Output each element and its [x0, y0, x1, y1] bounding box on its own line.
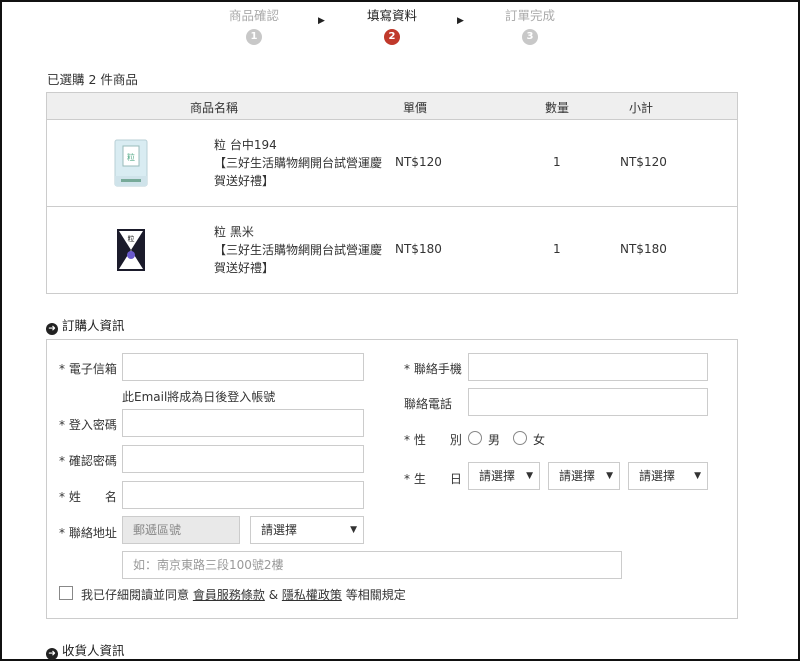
gender-male-radio[interactable]: [468, 431, 482, 445]
table-row: 粒 粒 台中194 【三好生活購物網開台試營運慶 賀送好禮】 NT$120 1 …: [47, 120, 737, 207]
product-qty: 1: [553, 155, 561, 169]
agree-checkbox[interactable]: [59, 586, 73, 600]
birth-month-select[interactable]: 請選擇 ▼: [548, 462, 620, 490]
agree-prefix: 我已仔細閱讀並同意: [81, 588, 190, 602]
step-arrow-icon: ▶: [318, 16, 325, 26]
gender-label: * 性 別: [404, 433, 462, 447]
svg-text:粒: 粒: [127, 152, 135, 162]
city-select-value: 請選擇: [261, 523, 298, 537]
zip-code-field[interactable]: 郵遞區號: [122, 516, 240, 544]
arrow-circle-right-icon: ➜: [46, 323, 58, 335]
mobile-field[interactable]: [468, 353, 708, 381]
product-subtotal: NT$180: [620, 242, 667, 256]
gender-female-label: 女: [533, 433, 546, 447]
buyer-section-label: 訂購人資訊: [62, 318, 125, 333]
svg-text:粒: 粒: [128, 234, 135, 243]
product-qty: 1: [553, 242, 561, 256]
product-promo-line: 【三好生活購物網開台試營運慶: [214, 156, 383, 170]
birthday-label: * 生 日: [404, 472, 462, 486]
gender-male-label: 男: [488, 433, 501, 447]
buyer-form: * 電子信箱 此Email將成為日後登入帳號 * 登入密碼 * 確認密碼 * 姓…: [46, 339, 738, 619]
product-title: 粒 台中194: [214, 138, 277, 152]
product-subtotal: NT$120: [620, 155, 667, 169]
agree-suffix: 等相關規定: [345, 588, 406, 602]
step-3-number: 3: [522, 29, 538, 45]
caret-down-icon: ▼: [694, 471, 701, 481]
buyer-section-title: ➜ 訂購人資訊: [46, 315, 125, 335]
product-promo-line: 賀送好禮】: [214, 261, 275, 275]
phone-label: 聯絡電話: [404, 397, 453, 411]
product-promo-line: 賀送好禮】: [214, 174, 275, 188]
email-label: * 電子信箱: [59, 362, 117, 376]
caret-down-icon: ▼: [350, 525, 357, 535]
header-subtotal: 小計: [629, 101, 654, 115]
step-2-label: 填寫資料: [366, 8, 417, 23]
address-field[interactable]: 如：南京東路三段100號2樓: [122, 551, 622, 579]
address-label: * 聯絡地址: [59, 526, 117, 540]
password-field[interactable]: [122, 409, 364, 437]
step-3: 訂單完成 3: [470, 6, 590, 45]
gender-female-radio[interactable]: [513, 431, 527, 445]
caret-down-icon: ▼: [606, 471, 613, 481]
header-qty: 數量: [545, 101, 570, 115]
birth-year-select[interactable]: 請選擇 ▼: [468, 462, 540, 490]
birth-day-select[interactable]: 請選擇 ▼: [628, 462, 708, 490]
cart-summary: 已選購 2 件商品: [47, 72, 138, 87]
product-price: NT$180: [395, 242, 442, 256]
receiver-section-label: 收貨人資訊: [62, 643, 125, 658]
table-row: 粒 粒 黑米 【三好生活購物網開台試營運慶 賀送好禮】 NT$180 1 NT$…: [47, 207, 737, 293]
privacy-link[interactable]: 隱私權政策: [282, 588, 342, 602]
confirm-password-label: * 確認密碼: [59, 454, 117, 468]
product-image[interactable]: 粒: [111, 225, 151, 275]
confirm-password-field[interactable]: [122, 445, 364, 473]
city-select[interactable]: 請選擇 ▼: [250, 516, 364, 544]
name-label: * 姓 名: [59, 490, 117, 504]
header-price: 單價: [403, 101, 428, 115]
birth-year-value: 請選擇: [479, 469, 516, 483]
step-3-label: 訂單完成: [504, 8, 555, 23]
product-image[interactable]: 粒: [111, 138, 151, 188]
checkout-steps: 商品確認 1 ▶ 填寫資料 2 ▶ 訂單完成 3: [0, 6, 800, 50]
product-name[interactable]: 粒 台中194 【三好生活購物網開台試營運慶 賀送好禮】: [214, 136, 394, 190]
step-1-number: 1: [246, 29, 262, 45]
terms-link[interactable]: 會員服務條款: [193, 588, 265, 602]
step-arrow-icon: ▶: [457, 16, 464, 26]
name-field[interactable]: [122, 481, 364, 509]
product-table: 商品名稱 單價 數量 小計 粒 粒 台中194 【三好生活購物網開台試營運慶 賀…: [46, 92, 738, 294]
product-title: 粒 黑米: [214, 225, 254, 239]
step-1: 商品確認 1: [194, 6, 314, 45]
phone-field[interactable]: [468, 388, 708, 416]
step-2: 填寫資料 2: [332, 6, 452, 45]
caret-down-icon: ▼: [526, 471, 533, 481]
receiver-section-title: ➜ 收貨人資訊: [46, 640, 125, 660]
agree-text: 我已仔細閱讀並同意 會員服務條款 & 隱私權政策 等相關規定: [81, 586, 406, 603]
amp-text: &: [268, 588, 279, 602]
password-label: * 登入密碼: [59, 418, 117, 432]
product-name[interactable]: 粒 黑米 【三好生活購物網開台試營運慶 賀送好禮】: [214, 223, 394, 277]
product-promo-line: 【三好生活購物網開台試營運慶: [214, 243, 383, 257]
birth-month-value: 請選擇: [559, 469, 596, 483]
email-hint: 此Email將成為日後登入帳號: [122, 390, 276, 404]
product-price: NT$120: [395, 155, 442, 169]
mobile-label: * 聯絡手機: [404, 362, 462, 376]
arrow-circle-right-icon: ➜: [46, 648, 58, 660]
step-2-number: 2: [384, 29, 400, 45]
email-field[interactable]: [122, 353, 364, 381]
birth-day-value: 請選擇: [639, 469, 676, 483]
step-1-label: 商品確認: [228, 8, 279, 23]
header-name: 商品名稱: [190, 101, 239, 115]
table-header: 商品名稱 單價 數量 小計: [47, 93, 737, 120]
